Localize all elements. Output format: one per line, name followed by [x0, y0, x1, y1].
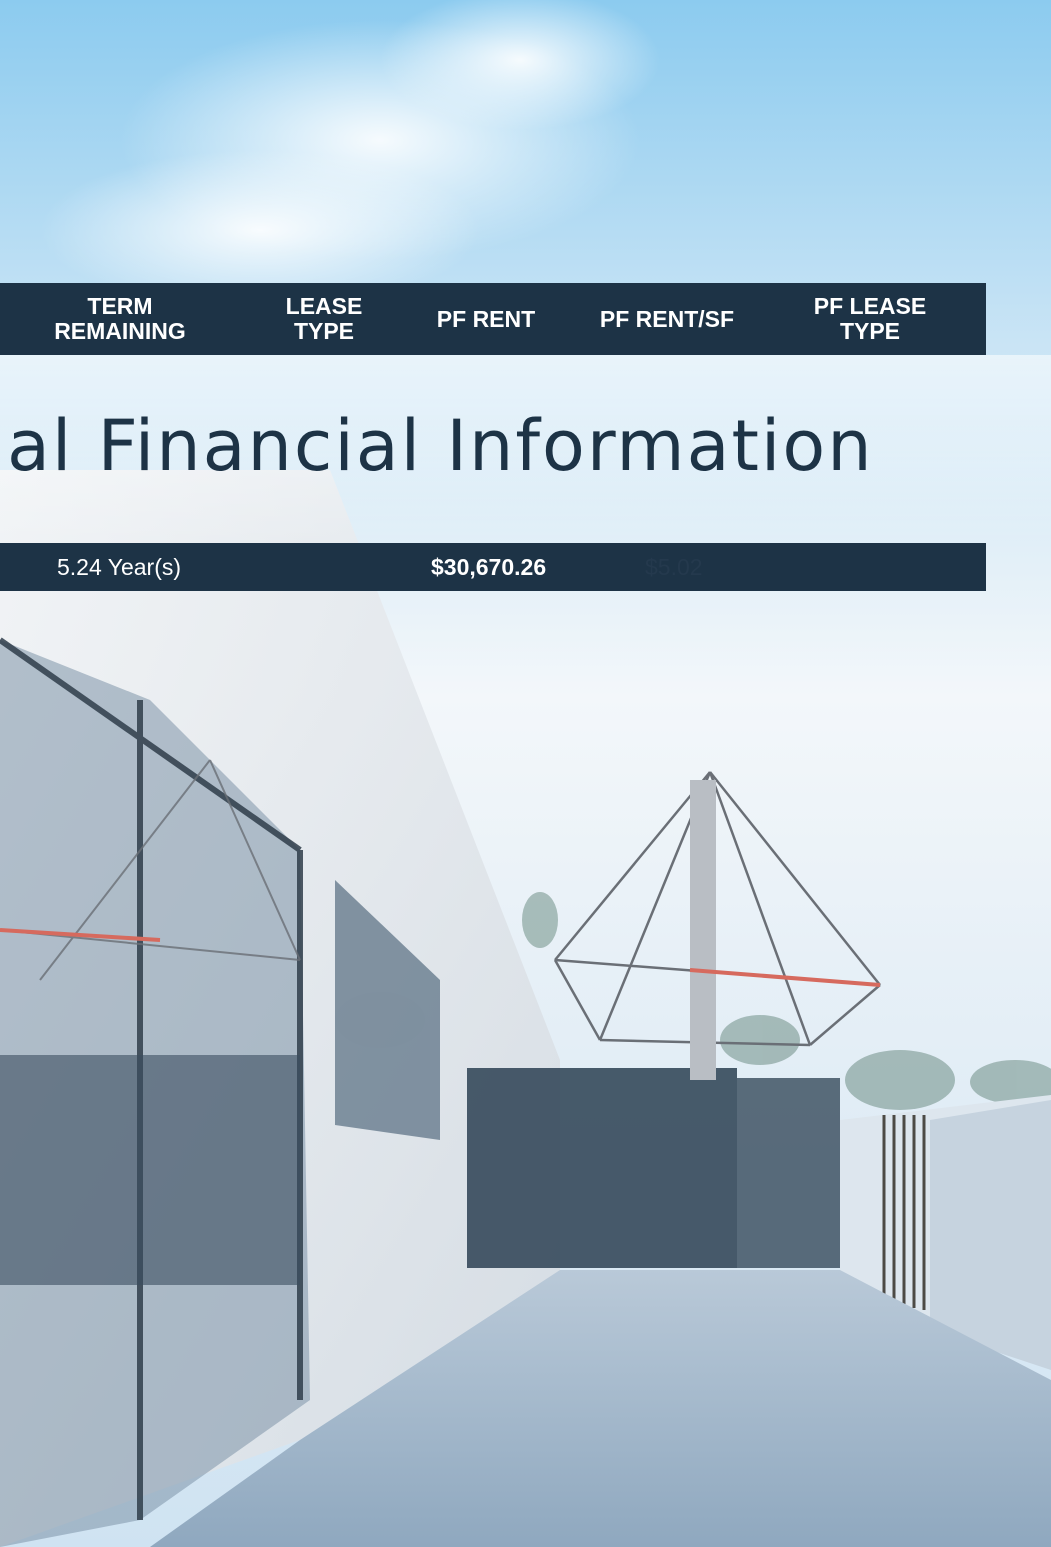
- term-remaining-value: 5.24 Year(s): [57, 554, 182, 580]
- header-lease-type: LEASE TYPE: [285, 293, 363, 344]
- header-term-remaining: TERM REMAINING: [54, 293, 186, 344]
- header-pf-lease-type: PF LEASE TYPE: [813, 293, 927, 344]
- table-row: 5.24 Year(s) $30,670.26 $5.02: [0, 543, 986, 591]
- page: TERM REMAINING LEASE TYPE PF RENT PF REN…: [0, 0, 1051, 1547]
- section-title: al Financial Information: [7, 405, 874, 487]
- background-photo: [0, 0, 1051, 1547]
- header-pf-rent: PF RENT: [436, 305, 536, 332]
- header-pf-rent-sf: PF RENT/SF: [599, 305, 735, 332]
- pf-rent-value: $30,670.26: [431, 554, 547, 580]
- table-header-band: TERM REMAINING LEASE TYPE PF RENT PF REN…: [0, 283, 986, 355]
- pf-rent-sf-value: $5.02: [645, 554, 703, 580]
